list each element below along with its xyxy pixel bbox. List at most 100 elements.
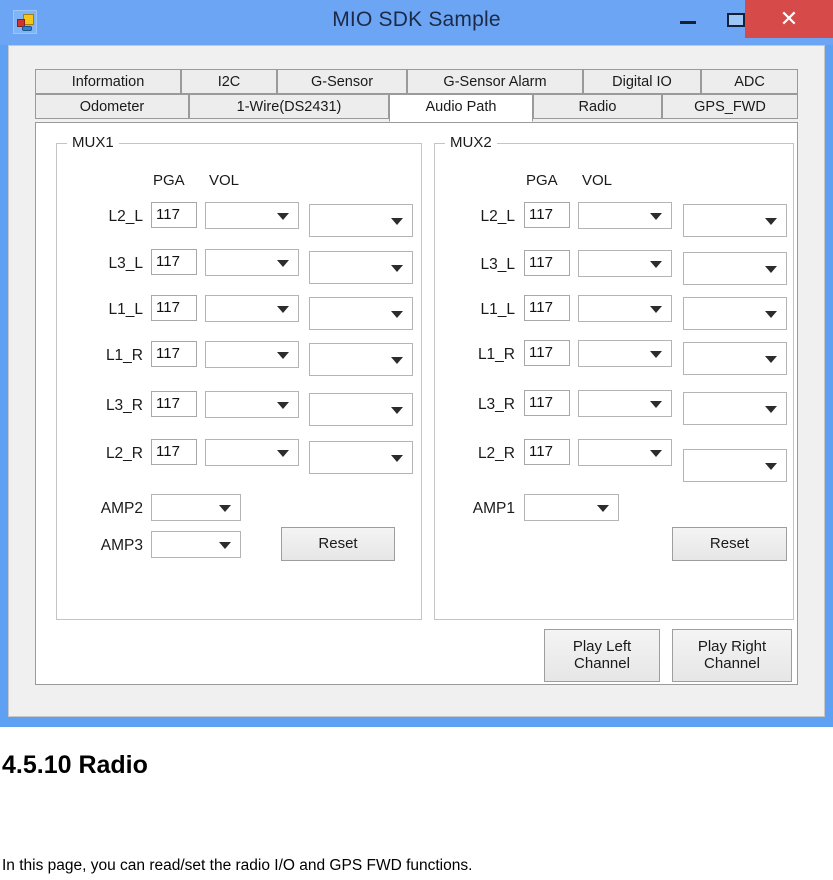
chevron-down-icon [765,405,777,413]
tab-information[interactable]: Information [35,69,181,94]
mux1-amp3-label: AMP3 [100,537,143,554]
tab-radio[interactable]: Radio [533,94,662,119]
play-right-channel-button[interactable]: Play Right Channel [672,629,792,682]
tab-strip: Information I2C G-Sensor G-Sensor Alarm … [35,69,798,124]
tab-g-sensor[interactable]: G-Sensor [277,69,407,94]
application-window: MIO SDK Sample ✕ Information I2C G-Senso… [0,0,833,727]
chevron-down-icon [765,265,777,273]
tab-adc[interactable]: ADC [701,69,798,94]
chevron-down-icon [650,305,662,313]
chevron-down-icon [650,212,662,220]
mux2-path-l3r[interactable] [683,392,787,425]
tab-gps-fwd[interactable]: GPS_FWD [662,94,798,119]
mux1-vol-l3l[interactable] [205,249,299,276]
tab-page-audio-path: MUX1 PGA VOL L2_L 117 L3_L 117 L1_L 117 … [35,122,798,685]
mux2-path-l1r[interactable] [683,342,787,375]
mux2-row-label-l3r: L3_R [477,396,515,413]
mux2-amp1-select[interactable] [524,494,619,521]
doc-section-heading: 4.5.10 Radio [2,751,148,779]
mux1-vol-l2l[interactable] [205,202,299,229]
minimize-button[interactable] [664,0,712,38]
mux2-vol-l3r[interactable] [578,390,672,417]
tab-audio-path[interactable]: Audio Path [389,94,533,122]
mux2-header-pga: PGA [526,172,558,189]
group-mux2: MUX2 PGA VOL L2_L 117 L3_L 117 L1_L 117 … [434,134,794,620]
mux2-path-l1l[interactable] [683,297,787,330]
mux1-row-label-l1l: L1_L [108,301,143,318]
chevron-down-icon [277,212,289,220]
mux1-pga-l3l[interactable]: 117 [151,249,197,275]
mux2-row-label-l1l: L1_L [480,301,515,318]
group-mux2-title: MUX2 [445,134,497,151]
mux2-vol-l2r[interactable] [578,439,672,466]
mux2-vol-l3l[interactable] [578,250,672,277]
tab-1-wire[interactable]: 1-Wire(DS2431) [189,94,389,119]
mux1-row-label-l2r: L2_R [105,445,143,462]
mux1-path-l3l[interactable] [309,251,413,284]
title-bar[interactable]: MIO SDK Sample ✕ [0,0,833,45]
mux1-path-l2r[interactable] [309,441,413,474]
mux1-amp2-label: AMP2 [100,500,143,517]
mux2-vol-l2l[interactable] [578,202,672,229]
mux1-path-l2l[interactable] [309,204,413,237]
mux1-pga-l2r[interactable]: 117 [151,439,197,465]
mux2-pga-l3r[interactable]: 117 [524,390,570,416]
mux1-pga-l1r[interactable]: 117 [151,341,197,367]
tab-g-sensor-alarm[interactable]: G-Sensor Alarm [407,69,583,94]
mux1-path-l1r[interactable] [309,343,413,376]
minimize-icon [680,21,696,24]
chevron-down-icon [277,449,289,457]
mux1-path-l1l[interactable] [309,297,413,330]
mux2-pga-l3l[interactable]: 117 [524,250,570,276]
chevron-down-icon [650,449,662,457]
mux1-row-label-l3l: L3_L [108,255,143,272]
mux2-pga-l1l[interactable]: 117 [524,295,570,321]
chevron-down-icon [765,217,777,225]
mux2-amp1-label: AMP1 [472,500,515,517]
tab-digital-io[interactable]: Digital IO [583,69,701,94]
mux1-path-l3r[interactable] [309,393,413,426]
mux1-pga-l3r[interactable]: 117 [151,391,197,417]
chevron-down-icon [650,350,662,358]
mux1-reset-button[interactable]: Reset [281,527,395,561]
mux2-path-l2l[interactable] [683,204,787,237]
mux2-pga-l2r[interactable]: 117 [524,439,570,465]
mux1-vol-l2r[interactable] [205,439,299,466]
chevron-down-icon [765,355,777,363]
chevron-down-icon [650,400,662,408]
tab-i2c[interactable]: I2C [181,69,277,94]
chevron-down-icon [219,504,231,512]
mux2-header-vol: VOL [582,172,613,189]
mux2-vol-l1l[interactable] [578,295,672,322]
mux1-amp2-select[interactable] [151,494,241,521]
mux1-amp3-select[interactable] [151,531,241,558]
mux2-vol-l1r[interactable] [578,340,672,367]
mux2-path-l2r[interactable] [683,449,787,482]
play-left-channel-button[interactable]: Play Left Channel [544,629,660,682]
doc-paragraph: In this page, you can read/set the radio… [2,857,473,874]
mux2-pga-l2l[interactable]: 117 [524,202,570,228]
chevron-down-icon [765,462,777,470]
mux2-reset-button[interactable]: Reset [672,527,787,561]
chevron-down-icon [391,406,403,414]
mux1-vol-l3r[interactable] [205,391,299,418]
client-area: Information I2C G-Sensor G-Sensor Alarm … [8,45,825,717]
mux1-pga-l2l[interactable]: 117 [151,202,197,228]
close-icon: ✕ [779,6,799,31]
close-button[interactable]: ✕ [745,0,833,38]
mux2-path-l3l[interactable] [683,252,787,285]
group-mux1: MUX1 PGA VOL L2_L 117 L3_L 117 L1_L 117 … [56,134,422,620]
chevron-down-icon [765,310,777,318]
chevron-down-icon [219,541,231,549]
chevron-down-icon [277,259,289,267]
mux1-pga-l1l[interactable]: 117 [151,295,197,321]
group-mux1-title: MUX1 [67,134,119,151]
chevron-down-icon [391,217,403,225]
chevron-down-icon [650,260,662,268]
chevron-down-icon [277,305,289,313]
mux1-vol-l1r[interactable] [205,341,299,368]
tab-odometer[interactable]: Odometer [35,94,189,119]
mux2-pga-l1r[interactable]: 117 [524,340,570,366]
mux1-row-label-l1r: L1_R [105,347,143,364]
mux1-vol-l1l[interactable] [205,295,299,322]
